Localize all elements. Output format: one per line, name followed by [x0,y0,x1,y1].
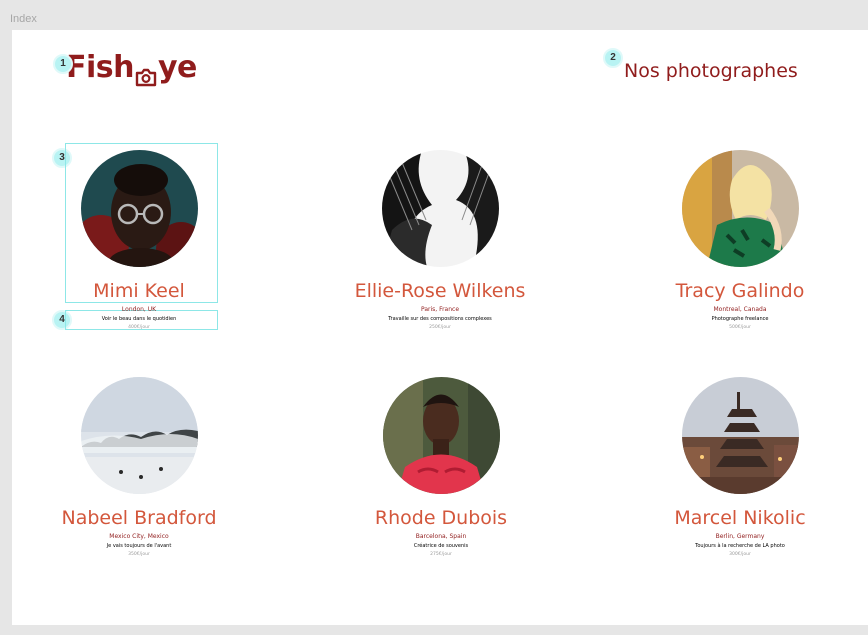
photographer-portrait-link[interactable] [681,150,799,267]
photographer-portrait-link[interactable] [381,150,499,267]
photographer-name: Mimi Keel [93,280,185,302]
photographer-price: 400€/jour [128,325,150,330]
photographer-tagline: Travaille sur des compositions complexes [388,316,492,322]
photographer-name: Ellie-Rose Wilkens [354,280,526,302]
photographer-price: 500€/jour [729,325,751,330]
photographer-card: Ellie-Rose Wilkens Paris, France Travail… [330,150,550,331]
photographer-location: London, UK [121,306,157,313]
photographer-location: Mexico City, Mexico [109,533,169,540]
photographer-location: Paris, France [420,306,460,313]
photographer-price: 300€/jour [729,552,751,557]
photographer-card: Nabeel Bradford Mexico City, Mexico Je v… [29,377,249,558]
photographer-portrait-link[interactable] [80,150,198,267]
photographer-tagline: Créatrice de souvenis [413,543,469,549]
photographer-price: 350€/jour [128,552,150,557]
portrait-image [382,377,500,494]
photographer-name: Marcel Nikolic [674,507,806,529]
photographer-price: 250€/jour [429,325,451,330]
photographer-location: Barcelona, Spain [415,533,467,540]
portrait-image [80,150,198,267]
photographer-tagline: Voir le beau dans le quotidien [101,316,177,322]
portrait-image [681,377,799,494]
photographer-portrait-link[interactable] [382,377,500,494]
fisheye-logo[interactable]: Fish ye [66,50,197,87]
photographer-card: Tracy Galindo Montreal, Canada Photograp… [630,150,850,331]
photographer-location: Berlin, Germany [715,533,765,540]
photographer-portrait-link[interactable] [80,377,198,494]
annotation-badge-1: 1 [53,54,73,74]
annotation-badge-2: 2 [603,48,623,68]
photographer-tagline: Photographe freelance [711,316,769,322]
photographer-portrait-link[interactable] [681,377,799,494]
photographer-card: Marcel Nikolic Berlin, Germany Toujours … [630,377,850,558]
portrait-image [80,377,198,494]
photographer-name: Tracy Galindo [675,280,805,302]
logo-text-end: ye [158,50,197,85]
photographer-location: Montreal, Canada [713,306,767,313]
photographer-tagline: Toujours à la recherche de LA photo [695,543,785,549]
photographer-name: Rhode Dubois [374,507,508,529]
portrait-image [681,150,799,267]
photographer-name: Nabeel Bradford [61,507,217,529]
portrait-image [381,150,499,267]
logo-text-start: Fish [66,50,135,85]
photographer-card: Rhode Dubois Barcelona, Spain Créatrice … [331,377,551,558]
canvas-frame-label: Index [10,13,37,25]
photographer-price: 275€/jour [430,552,452,557]
camera-icon [135,60,157,87]
page-title: Nos photographes [624,60,798,82]
photographer-tagline: Je vais toujours de l'avant [106,543,172,549]
photographer-card: Mimi Keel London, UK Voir le beau dans l… [29,150,249,331]
